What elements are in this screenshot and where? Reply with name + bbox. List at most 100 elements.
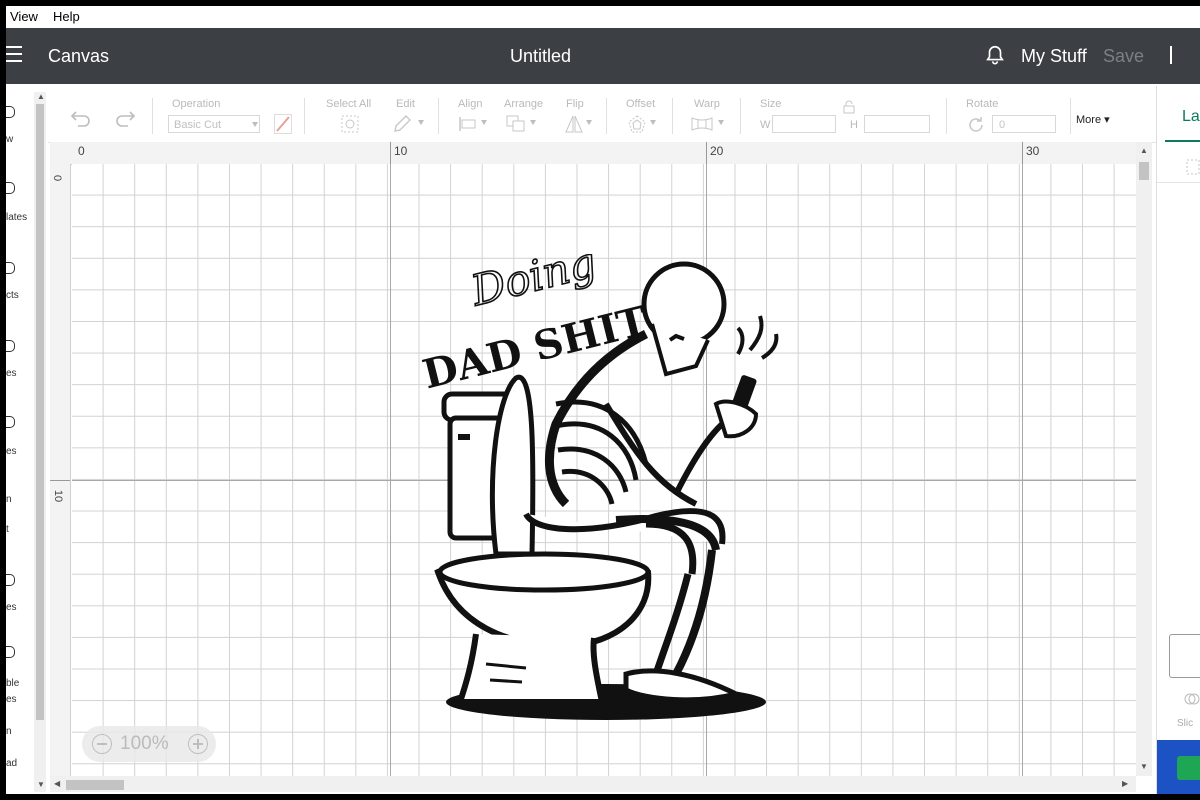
rail-item-new[interactable]: w: [6, 134, 13, 145]
select-all-icon[interactable]: [340, 114, 360, 134]
scroll-down-arrow-icon[interactable]: ▼: [37, 780, 45, 789]
tab-layers[interactable]: La: [1182, 108, 1200, 126]
offset-icon[interactable]: [626, 114, 648, 134]
ruler-tick: [706, 142, 707, 164]
zoom-out-icon[interactable]: [92, 734, 112, 754]
warp-icon[interactable]: [690, 116, 714, 132]
major-grid-line: [390, 164, 391, 776]
arrange-icon[interactable]: [506, 115, 526, 133]
operation-label: Operation: [172, 98, 221, 110]
hand: [713, 399, 759, 439]
projects-icon[interactable]: [6, 262, 15, 274]
app-window: View Help Canvas Untitled My Stuff Save …: [6, 6, 1200, 794]
editable-images-icon[interactable]: [6, 646, 15, 658]
menu-help[interactable]: Help: [53, 9, 80, 24]
height-label: H: [850, 119, 858, 131]
group-icon[interactable]: [1185, 158, 1200, 176]
shapes-icon[interactable]: [6, 416, 15, 428]
rotate-icon[interactable]: [966, 115, 986, 135]
arrange-caret-icon: [530, 120, 536, 125]
edit-caret-icon: [418, 120, 424, 125]
toolbar-divider: [1070, 98, 1071, 134]
rail-item-projects[interactable]: cts: [6, 290, 19, 301]
active-tab-indicator: [1165, 140, 1200, 142]
zoom-in-icon[interactable]: [188, 734, 208, 754]
toolbar-divider: [946, 98, 947, 134]
horizontal-scroll-thumb[interactable]: [66, 780, 124, 790]
canvas-vertical-scrollbar[interactable]: ▲ ▼: [1136, 142, 1152, 776]
save-button[interactable]: Save: [1103, 46, 1144, 67]
document-title[interactable]: Untitled: [510, 46, 571, 67]
images-icon[interactable]: [6, 340, 15, 352]
scroll-left-arrow-icon[interactable]: ◀: [54, 779, 60, 788]
hamburger-menu-icon[interactable]: [6, 46, 24, 64]
ruler-tick: [50, 480, 70, 481]
layers-panel: La Slic: [1156, 86, 1200, 794]
skeleton-toilet-design[interactable]: Doing DAD SHIT: [416, 254, 796, 724]
ruler-label: 20: [710, 144, 724, 158]
rail-item-upload[interactable]: ad: [6, 758, 17, 769]
new-icon[interactable]: [6, 106, 15, 118]
linetype-color-icon[interactable]: [274, 114, 292, 134]
rail-item-images[interactable]: es: [6, 368, 17, 379]
warp-caret-icon: [718, 120, 724, 125]
toolbar-divider: [606, 98, 607, 134]
toolbar-divider: [672, 98, 673, 134]
phrases-icon[interactable]: [6, 574, 15, 586]
rail-item-b[interactable]: t: [6, 524, 9, 535]
operation-select[interactable]: Basic Cut: [168, 115, 260, 133]
vertical-scroll-thumb[interactable]: [1139, 162, 1149, 180]
operation-caret-icon: [252, 122, 258, 127]
align-icon[interactable]: [458, 116, 478, 132]
more-button[interactable]: More ▾: [1076, 113, 1110, 126]
chat-icon[interactable]: [1177, 756, 1200, 780]
rail-item-a[interactable]: n: [6, 494, 12, 505]
top-ruler: 0 10 20 30: [50, 142, 1136, 165]
undo-icon[interactable]: [70, 108, 92, 128]
height-input[interactable]: [864, 115, 930, 133]
menu-view[interactable]: View: [10, 9, 38, 24]
more-label: More: [1076, 114, 1102, 126]
canvas-horizontal-scrollbar[interactable]: ◀ ▶: [50, 776, 1136, 792]
rail-item-c[interactable]: n: [6, 726, 12, 737]
app-bar: Canvas Untitled My Stuff Save: [6, 28, 1200, 84]
redo-icon[interactable]: [114, 108, 136, 128]
align-label: Align: [458, 98, 483, 110]
slice-icon[interactable]: [1183, 690, 1200, 708]
arrange-label: Arrange: [504, 98, 544, 110]
scroll-right-arrow-icon[interactable]: ▶: [1122, 779, 1128, 788]
bell-icon[interactable]: [984, 44, 1006, 66]
splash-lines: [736, 315, 779, 360]
my-stuff-link[interactable]: My Stuff: [1021, 46, 1087, 67]
toilet-rim: [437, 551, 651, 593]
toilet-handle: [458, 434, 470, 440]
toolbar-divider: [438, 98, 439, 134]
rail-item-templates[interactable]: lates: [6, 212, 27, 223]
ruler-tick: [390, 142, 391, 164]
blank-canvas-swatch[interactable]: [1169, 634, 1200, 678]
left-rail-scroll-thumb[interactable]: [36, 104, 44, 720]
edit-pencil-icon[interactable]: [392, 114, 412, 134]
rotate-input[interactable]: 0: [992, 115, 1056, 133]
scroll-down-arrow-icon[interactable]: ▼: [1140, 762, 1148, 771]
slice-label: Slic: [1177, 718, 1194, 729]
align-caret-icon: [481, 120, 487, 125]
templates-icon[interactable]: [6, 182, 15, 194]
toilet-base: [455, 633, 606, 705]
rail-item-editable-images[interactable]: ble es: [6, 676, 19, 708]
rail-item-shapes[interactable]: es: [6, 446, 17, 457]
lock-aspect-icon[interactable]: [842, 100, 856, 114]
scroll-up-arrow-icon[interactable]: ▲: [1140, 146, 1148, 155]
warp-label: Warp: [694, 98, 720, 110]
edit-toolbar: Operation Basic Cut Select All Edit Alig…: [48, 86, 1160, 143]
zoom-level: 100%: [120, 733, 169, 754]
left-rail: w lates cts es es n t es ble es n ad: [6, 84, 34, 794]
width-input[interactable]: [772, 115, 836, 133]
offset-label: Offset: [626, 98, 656, 110]
left-rail-scrollbar[interactable]: ▲ ▼: [34, 92, 46, 792]
rail-item-phrases[interactable]: es: [6, 602, 17, 613]
ruler-label: 0: [51, 174, 64, 182]
flip-caret-icon: [586, 120, 592, 125]
scroll-up-arrow-icon[interactable]: ▲: [37, 92, 45, 101]
flip-icon[interactable]: [564, 114, 584, 134]
